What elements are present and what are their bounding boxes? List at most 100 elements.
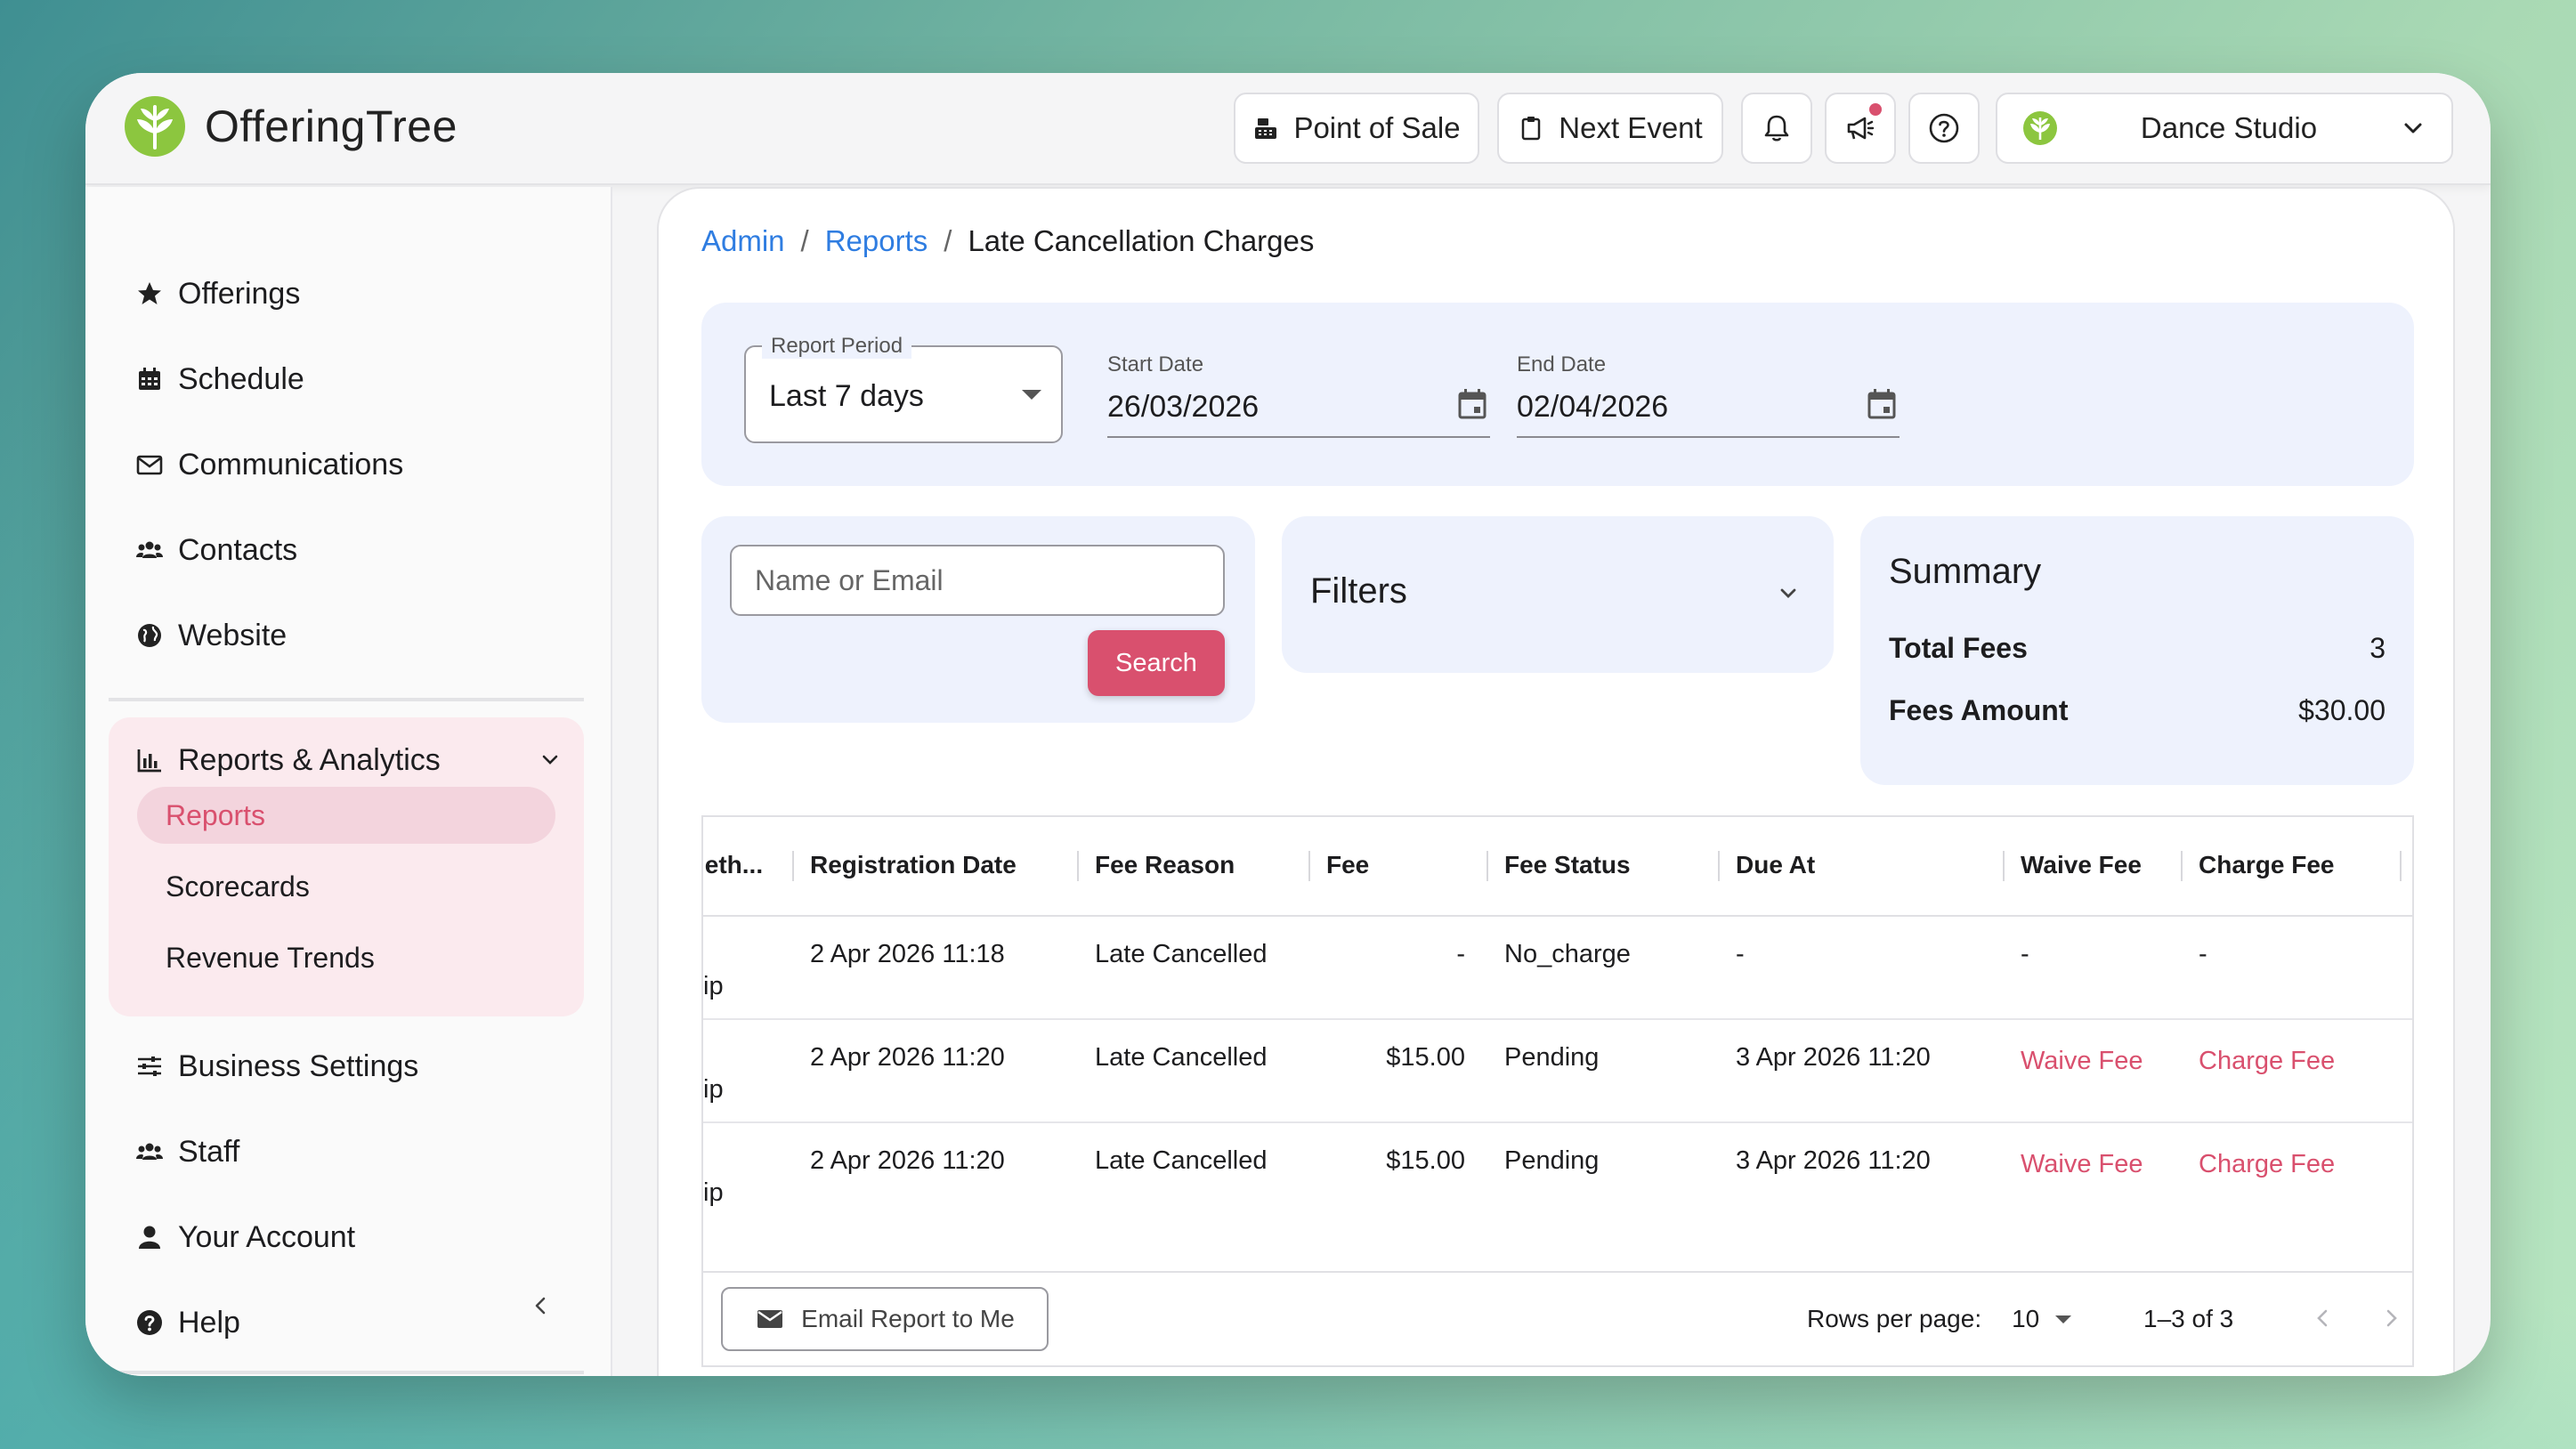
column-separator[interactable] bbox=[792, 851, 794, 881]
announcements-button[interactable] bbox=[1825, 93, 1896, 164]
sidebar-item-scorecards[interactable]: Scorecards bbox=[137, 858, 555, 915]
sidebar-item-communications[interactable]: Communications bbox=[135, 440, 403, 490]
reports-analytics-toggle[interactable]: Reports & Analytics bbox=[135, 735, 563, 785]
sidebar-item-revenue-trends[interactable]: Revenue Trends bbox=[137, 929, 555, 986]
charge-fee-button[interactable]: Charge Fee bbox=[2199, 1150, 2335, 1179]
sidebar-item-offerings[interactable]: Offerings bbox=[135, 269, 300, 319]
calendar-icon[interactable] bbox=[1864, 386, 1900, 422]
calendar-icon[interactable] bbox=[1454, 386, 1490, 422]
filters-panel[interactable]: Filters bbox=[1282, 516, 1834, 673]
cell-method: ip bbox=[703, 1075, 724, 1104]
search-button[interactable]: Search bbox=[1088, 630, 1225, 696]
total-fees-value: 3 bbox=[2369, 632, 2386, 664]
search-input[interactable] bbox=[730, 545, 1225, 616]
sidebar-item-your-account[interactable]: Your Account bbox=[135, 1212, 355, 1262]
column-separator[interactable] bbox=[1308, 851, 1310, 881]
cell-method: ip bbox=[703, 1178, 724, 1207]
notifications-button[interactable] bbox=[1741, 93, 1812, 164]
column-header-charge-fee[interactable]: Charge Fee bbox=[2199, 851, 2335, 879]
column-header-fee[interactable]: Fee bbox=[1326, 851, 1369, 879]
cell-registration-date: 2 Apr 2026 11:18 bbox=[810, 940, 1005, 968]
bar-chart-icon bbox=[137, 749, 161, 773]
cell-due-at: - bbox=[1736, 940, 1745, 968]
column-separator[interactable] bbox=[2003, 851, 2005, 881]
brand-logo[interactable]: OfferingTree bbox=[123, 94, 458, 158]
sidebar-item-schedule[interactable]: Schedule bbox=[135, 354, 304, 404]
column-header-waive-fee[interactable]: Waive Fee bbox=[2021, 851, 2142, 879]
sidebar-item-help[interactable]: Help bbox=[135, 1298, 240, 1348]
sliders-icon bbox=[138, 1056, 161, 1076]
studio-selector[interactable]: Dance Studio bbox=[1996, 93, 2453, 164]
reports-analytics-label: Reports & Analytics bbox=[178, 742, 441, 777]
point-of-sale-button[interactable]: Point of Sale bbox=[1234, 93, 1479, 164]
sidebar-item-label: Schedule bbox=[178, 361, 304, 396]
next-page-icon[interactable] bbox=[2377, 1303, 2407, 1333]
column-header-fee-reason[interactable]: Fee Reason bbox=[1095, 851, 1235, 879]
collapse-sidebar-icon[interactable] bbox=[527, 1292, 554, 1319]
next-event-label: Next Event bbox=[1559, 111, 1703, 144]
column-header-due-at[interactable]: Due At bbox=[1736, 851, 1815, 879]
cell-fee-status: No_charge bbox=[1504, 940, 1631, 968]
sidebar-subitem-label: Revenue Trends bbox=[166, 941, 375, 974]
cash-register-icon bbox=[1255, 118, 1277, 139]
cell-due-at: 3 Apr 2026 11:20 bbox=[1736, 1146, 1931, 1175]
top-bar: OfferingTree Point of Sale Next Event Da… bbox=[85, 73, 2491, 185]
table-row: ip 2 Apr 2026 11:18 Late Cancelled - No_… bbox=[703, 917, 2412, 1020]
app-window: OfferingTree Point of Sale Next Event Da… bbox=[85, 73, 2491, 1376]
cell-fee: $15.00 bbox=[1386, 1043, 1465, 1072]
studio-name: Dance Studio bbox=[2140, 111, 2318, 144]
user-icon bbox=[139, 1226, 160, 1249]
column-separator[interactable] bbox=[1486, 851, 1488, 881]
sidebar-item-reports[interactable]: Reports bbox=[137, 787, 555, 844]
breadcrumb-admin[interactable]: Admin bbox=[701, 224, 785, 258]
column-separator[interactable] bbox=[2400, 851, 2402, 881]
rows-per-page-label: Rows per page: bbox=[1807, 1305, 1982, 1332]
breadcrumb-separator: / bbox=[944, 224, 952, 257]
search-panel: Search bbox=[701, 516, 1255, 723]
pagination-range: 1–3 of 3 bbox=[2143, 1305, 2234, 1332]
report-period-label: Report Period bbox=[762, 334, 912, 359]
sidebar-item-staff[interactable]: Staff bbox=[135, 1127, 239, 1177]
table-row: ip 2 Apr 2026 11:20 Late Cancelled $15.0… bbox=[703, 1020, 2412, 1123]
column-header-method[interactable]: leth... bbox=[703, 851, 763, 879]
column-separator[interactable] bbox=[1718, 851, 1720, 881]
sidebar-divider bbox=[109, 698, 584, 701]
sidebar-divider bbox=[109, 1371, 584, 1374]
column-separator[interactable] bbox=[1077, 851, 1079, 881]
total-fees-label: Total Fees bbox=[1889, 632, 2028, 664]
summary-panel: Summary Total Fees 3 Fees Amount $30.00 bbox=[1860, 516, 2414, 785]
charge-fee-button[interactable]: Charge Fee bbox=[2199, 1047, 2335, 1076]
cell-due-at: 3 Apr 2026 11:20 bbox=[1736, 1043, 1931, 1072]
question-circle-icon bbox=[1929, 113, 1959, 143]
filters-title: Filters bbox=[1310, 571, 1407, 611]
summary-fees-amount: Fees Amount $30.00 bbox=[1889, 694, 2386, 727]
help-button[interactable] bbox=[1908, 93, 1980, 164]
sidebar-item-contacts[interactable]: Contacts bbox=[135, 525, 297, 575]
waive-fee-button[interactable]: Waive Fee bbox=[2021, 1047, 2143, 1076]
email-report-button[interactable]: Email Report to Me bbox=[721, 1287, 1049, 1351]
sidebar-item-website[interactable]: Website bbox=[135, 611, 287, 660]
sidebar-item-label: Staff bbox=[178, 1134, 240, 1169]
report-period-select[interactable]: Report Period Last 7 days bbox=[744, 334, 1063, 443]
cell-fee-reason: Late Cancelled bbox=[1095, 1146, 1268, 1175]
previous-page-icon[interactable] bbox=[2307, 1303, 2337, 1333]
end-date-field[interactable]: End Date 02/04/2026 bbox=[1517, 347, 1900, 438]
column-header-fee-status[interactable]: Fee Status bbox=[1504, 851, 1631, 879]
email-report-label: Email Report to Me bbox=[801, 1305, 1015, 1332]
breadcrumb-separator: / bbox=[800, 224, 809, 257]
waive-fee-button[interactable]: Waive Fee bbox=[2021, 1150, 2143, 1179]
breadcrumb-reports[interactable]: Reports bbox=[825, 224, 928, 258]
app-name: OfferingTree bbox=[205, 101, 458, 151]
cell-method: ip bbox=[703, 972, 724, 1000]
sidebar-item-label: Website bbox=[178, 618, 288, 652]
column-header-registration-date[interactable]: Registration Date bbox=[810, 851, 1017, 879]
start-date-field[interactable]: Start Date 26/03/2026 bbox=[1107, 347, 1490, 438]
cell-charge-fee: - bbox=[2199, 940, 2207, 968]
column-separator[interactable] bbox=[2181, 851, 2183, 881]
sidebar-item-business-settings[interactable]: Business Settings bbox=[135, 1041, 418, 1091]
sidebar-item-label: Offerings bbox=[178, 276, 301, 311]
notification-dot bbox=[1869, 103, 1882, 116]
sidebar: Offerings Schedule Communications Contac… bbox=[85, 187, 612, 1376]
next-event-button[interactable]: Next Event bbox=[1497, 93, 1723, 164]
rows-per-page-select[interactable]: 10 bbox=[2012, 1305, 2072, 1333]
